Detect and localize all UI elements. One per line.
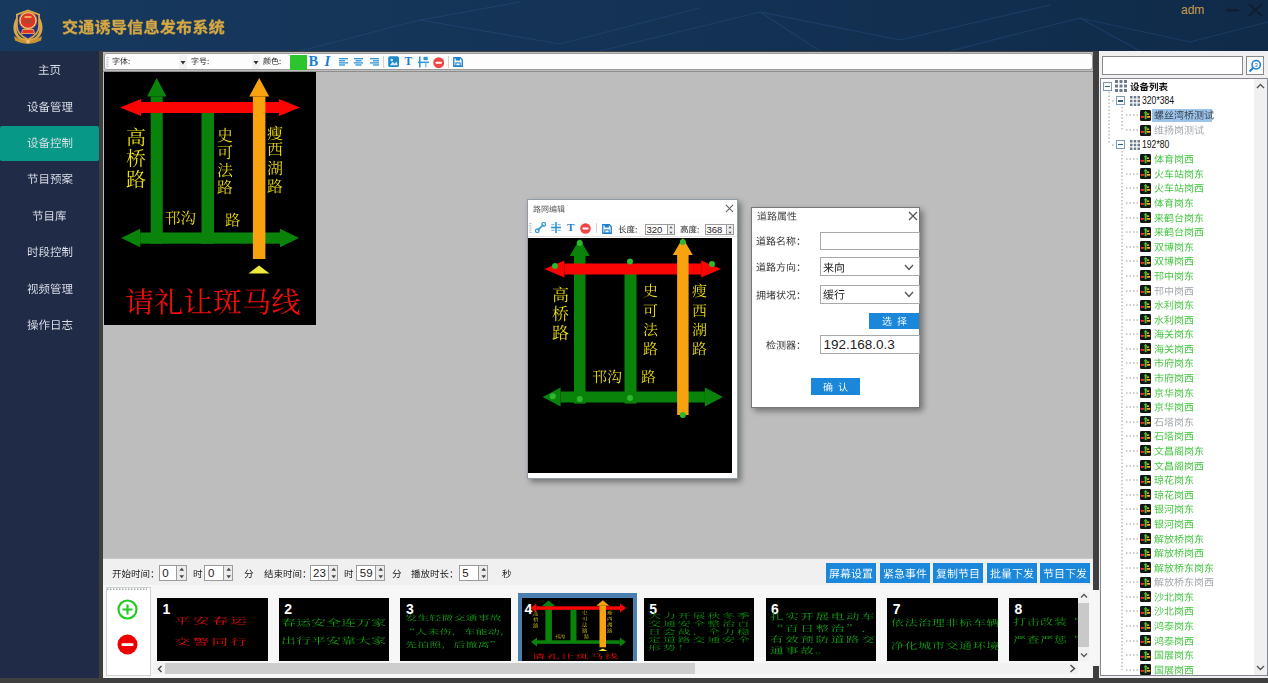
svg-text:3: 3 — [1255, 62, 1259, 68]
